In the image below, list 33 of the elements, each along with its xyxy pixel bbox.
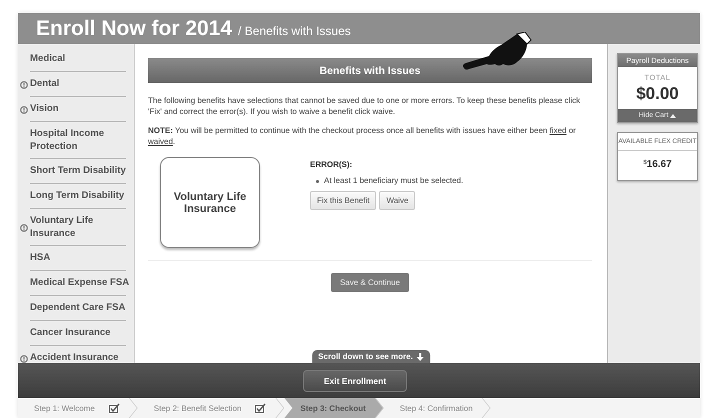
fix-benefit-button[interactable]: Fix this Benefit [310,191,376,210]
caret-icon [670,112,676,118]
save-continue-button[interactable]: Save & Continue [330,273,410,292]
bullet-icon [316,180,319,182]
fixed-link[interactable]: fixed [550,126,566,135]
flex-credit-amount: 16.67 [646,159,672,170]
errors-heading: ERROR(S): [310,160,354,169]
benefit-card: Voluntary Life Insurance [160,157,260,248]
benefit-nav-item[interactable]: Dependent Care FSA [30,296,126,321]
section-banner: Benefits with Issues [148,58,592,83]
page-title: Enroll Now for 2014 [36,16,232,42]
step-tab[interactable]: Step 3: Checkout [284,398,384,418]
down-arrow-icon [416,352,424,360]
instructions-text: The following benefits have selections that cannot be saved due to one or more errors. To keep these benefits please click 'Fix' and correct the error(s). If you wish to waive a benefit click waive. [148,95,582,117]
total-amount: $0.00 [635,84,680,104]
benefit-nav-item[interactable]: Cancer Insurance [30,321,111,346]
benefit-nav-item[interactable]: Medical [30,47,66,72]
benefit-nav-item[interactable]: HSA [30,246,50,271]
benefit-nav-item[interactable]: Hospital Income Protection [30,122,130,159]
page-subtitle: / Benefits with Issues [238,24,351,38]
exit-enrollment-button[interactable]: Exit Enrollment [302,370,408,392]
error-message: At least 1 beneficiary must be selected. [324,176,464,186]
benefit-nav-item[interactable]: Medical Expense FSA [30,271,130,296]
benefit-nav-item[interactable]: Short Term Disability [30,159,126,184]
scroll-hint: Scroll down to see more. [312,350,430,363]
note-text: NOTE: You will be permitted to continue with the checkout process once all benefits with issues have either been fixed or waived. [148,125,577,147]
benefit-nav-item[interactable]: Long Term Disability [30,184,124,209]
benefit-nav-item[interactable]: Voluntary Life Insurance [30,209,130,246]
waive-button[interactable]: Waive [379,191,416,210]
benefit-nav-item[interactable]: Accident Insurance [30,346,119,363]
benefit-nav-item[interactable]: Dental [30,72,60,97]
benefit-nav-item[interactable]: Vision [30,97,59,122]
waived-link[interactable]: waived [148,137,173,146]
